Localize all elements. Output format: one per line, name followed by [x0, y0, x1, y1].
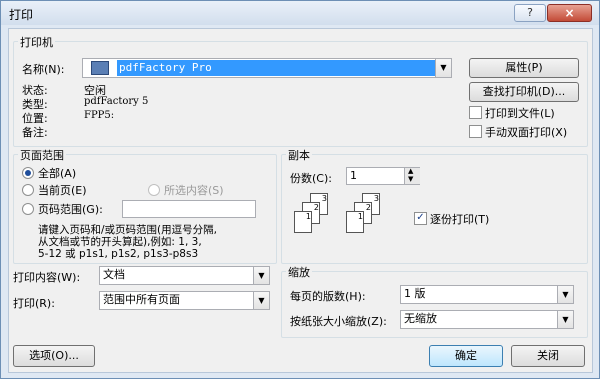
print-to-file-checkbox[interactable]	[469, 106, 482, 119]
options-button[interactable]: 选项(O)...	[13, 345, 95, 367]
find-printer-button[interactable]: 查找打印机(D)...	[469, 82, 579, 102]
copies-spinner[interactable]: ▲ ▼	[404, 167, 420, 184]
scale-value: 无缩放	[404, 312, 437, 325]
collated-pages-icon: 3 2 1	[344, 193, 394, 238]
print-dialog: 打印 ? × 打印机 名称(N): pdfFactory Pro ▼ 属性(P)…	[0, 0, 600, 379]
pages-per-sheet-value: 1 版	[404, 287, 426, 300]
chevron-down-icon[interactable]: ▼	[557, 311, 573, 328]
printer-icon	[91, 61, 109, 75]
print-what-select[interactable]: 文档 ▼	[99, 266, 270, 285]
copies-group: 副本 份数(C): 1 ▲ ▼ 3 2 1 3 2 1 ✓ 逐份打印(T)	[281, 147, 588, 264]
chevron-down-icon[interactable]: ▼	[557, 286, 573, 303]
type-value: pdfFactory 5	[84, 96, 149, 107]
print-what-label: 打印内容(W):	[13, 271, 81, 284]
uncollated-pages-icon: 3 2 1	[292, 193, 342, 238]
properties-button[interactable]: 属性(P)	[469, 58, 579, 78]
comment-label: 备注:	[22, 126, 48, 139]
copies-count-label: 份数(C):	[290, 172, 332, 185]
collate-checkbox[interactable]: ✓	[414, 212, 427, 225]
chevron-down-icon[interactable]: ▼	[253, 267, 269, 284]
scale-label: 按纸张大小缩放(Z):	[290, 315, 387, 328]
scale-select[interactable]: 无缩放 ▼	[400, 310, 574, 329]
zoom-group: 缩放 每页的版数(H): 1 版 ▼ 按纸张大小缩放(Z): 无缩放 ▼	[281, 264, 588, 338]
print-value: 范围中所有页面	[103, 293, 180, 306]
print-to-file-label[interactable]: 打印到文件(L)	[485, 105, 555, 121]
all-pages-radio[interactable]	[22, 167, 34, 179]
spin-up-icon[interactable]: ▲	[408, 167, 413, 175]
all-pages-label[interactable]: 全部(A)	[38, 165, 76, 181]
close-window-button[interactable]: ×	[547, 4, 592, 22]
zoom-title: 缩放	[286, 264, 312, 280]
manual-duplex-label[interactable]: 手动双面打印(X)	[485, 124, 567, 140]
page-range-help-line-3: 5-12 或 p1s1, p1s2, p1s3-p8s3	[38, 248, 199, 260]
printer-group: 打印机 名称(N): pdfFactory Pro ▼ 属性(P) 状态: 空闲…	[13, 34, 588, 147]
page-numbers-radio[interactable]	[22, 203, 34, 215]
chevron-down-icon[interactable]: ▼	[253, 292, 269, 309]
title-bar[interactable]: 打印 ? ×	[1, 1, 599, 25]
print-label: 打印(R):	[13, 297, 55, 310]
copies-title: 副本	[286, 147, 312, 163]
ok-button[interactable]: 确定	[429, 345, 503, 367]
printer-name-select[interactable]: pdfFactory Pro ▼	[82, 58, 452, 78]
current-page-radio[interactable]	[22, 184, 34, 196]
location-value: FPP5:	[84, 110, 115, 121]
spin-down-icon[interactable]: ▼	[408, 175, 413, 183]
print-what-value: 文档	[103, 268, 125, 281]
help-button[interactable]: ?	[514, 4, 546, 22]
printer-name-value: pdfFactory Pro	[117, 60, 435, 76]
printer-name-label: 名称(N):	[22, 63, 65, 76]
print-select[interactable]: 范围中所有页面 ▼	[99, 291, 270, 310]
page-numbers-label[interactable]: 页码范围(G):	[38, 201, 103, 217]
pages-per-sheet-label: 每页的版数(H):	[290, 290, 366, 303]
collate-label[interactable]: 逐份打印(T)	[430, 211, 489, 227]
chevron-down-icon[interactable]: ▼	[435, 59, 451, 77]
page-range-group: 页面范围 全部(A) 当前页(E) 所选内容(S) 页码范围(G): 请键入页码…	[13, 147, 277, 264]
manual-duplex-checkbox[interactable]	[469, 125, 482, 138]
page-range-title: 页面范围	[18, 147, 66, 163]
selection-radio	[148, 184, 160, 196]
printer-group-title: 打印机	[18, 34, 55, 50]
selection-label: 所选内容(S)	[164, 184, 224, 197]
current-page-label[interactable]: 当前页(E)	[38, 182, 87, 198]
page-numbers-input[interactable]	[122, 200, 256, 218]
window-title: 打印	[9, 8, 34, 22]
pages-per-sheet-select[interactable]: 1 版 ▼	[400, 285, 574, 304]
cancel-button[interactable]: 关闭	[511, 345, 585, 367]
dialog-body: 打印机 名称(N): pdfFactory Pro ▼ 属性(P) 状态: 空闲…	[8, 28, 593, 373]
